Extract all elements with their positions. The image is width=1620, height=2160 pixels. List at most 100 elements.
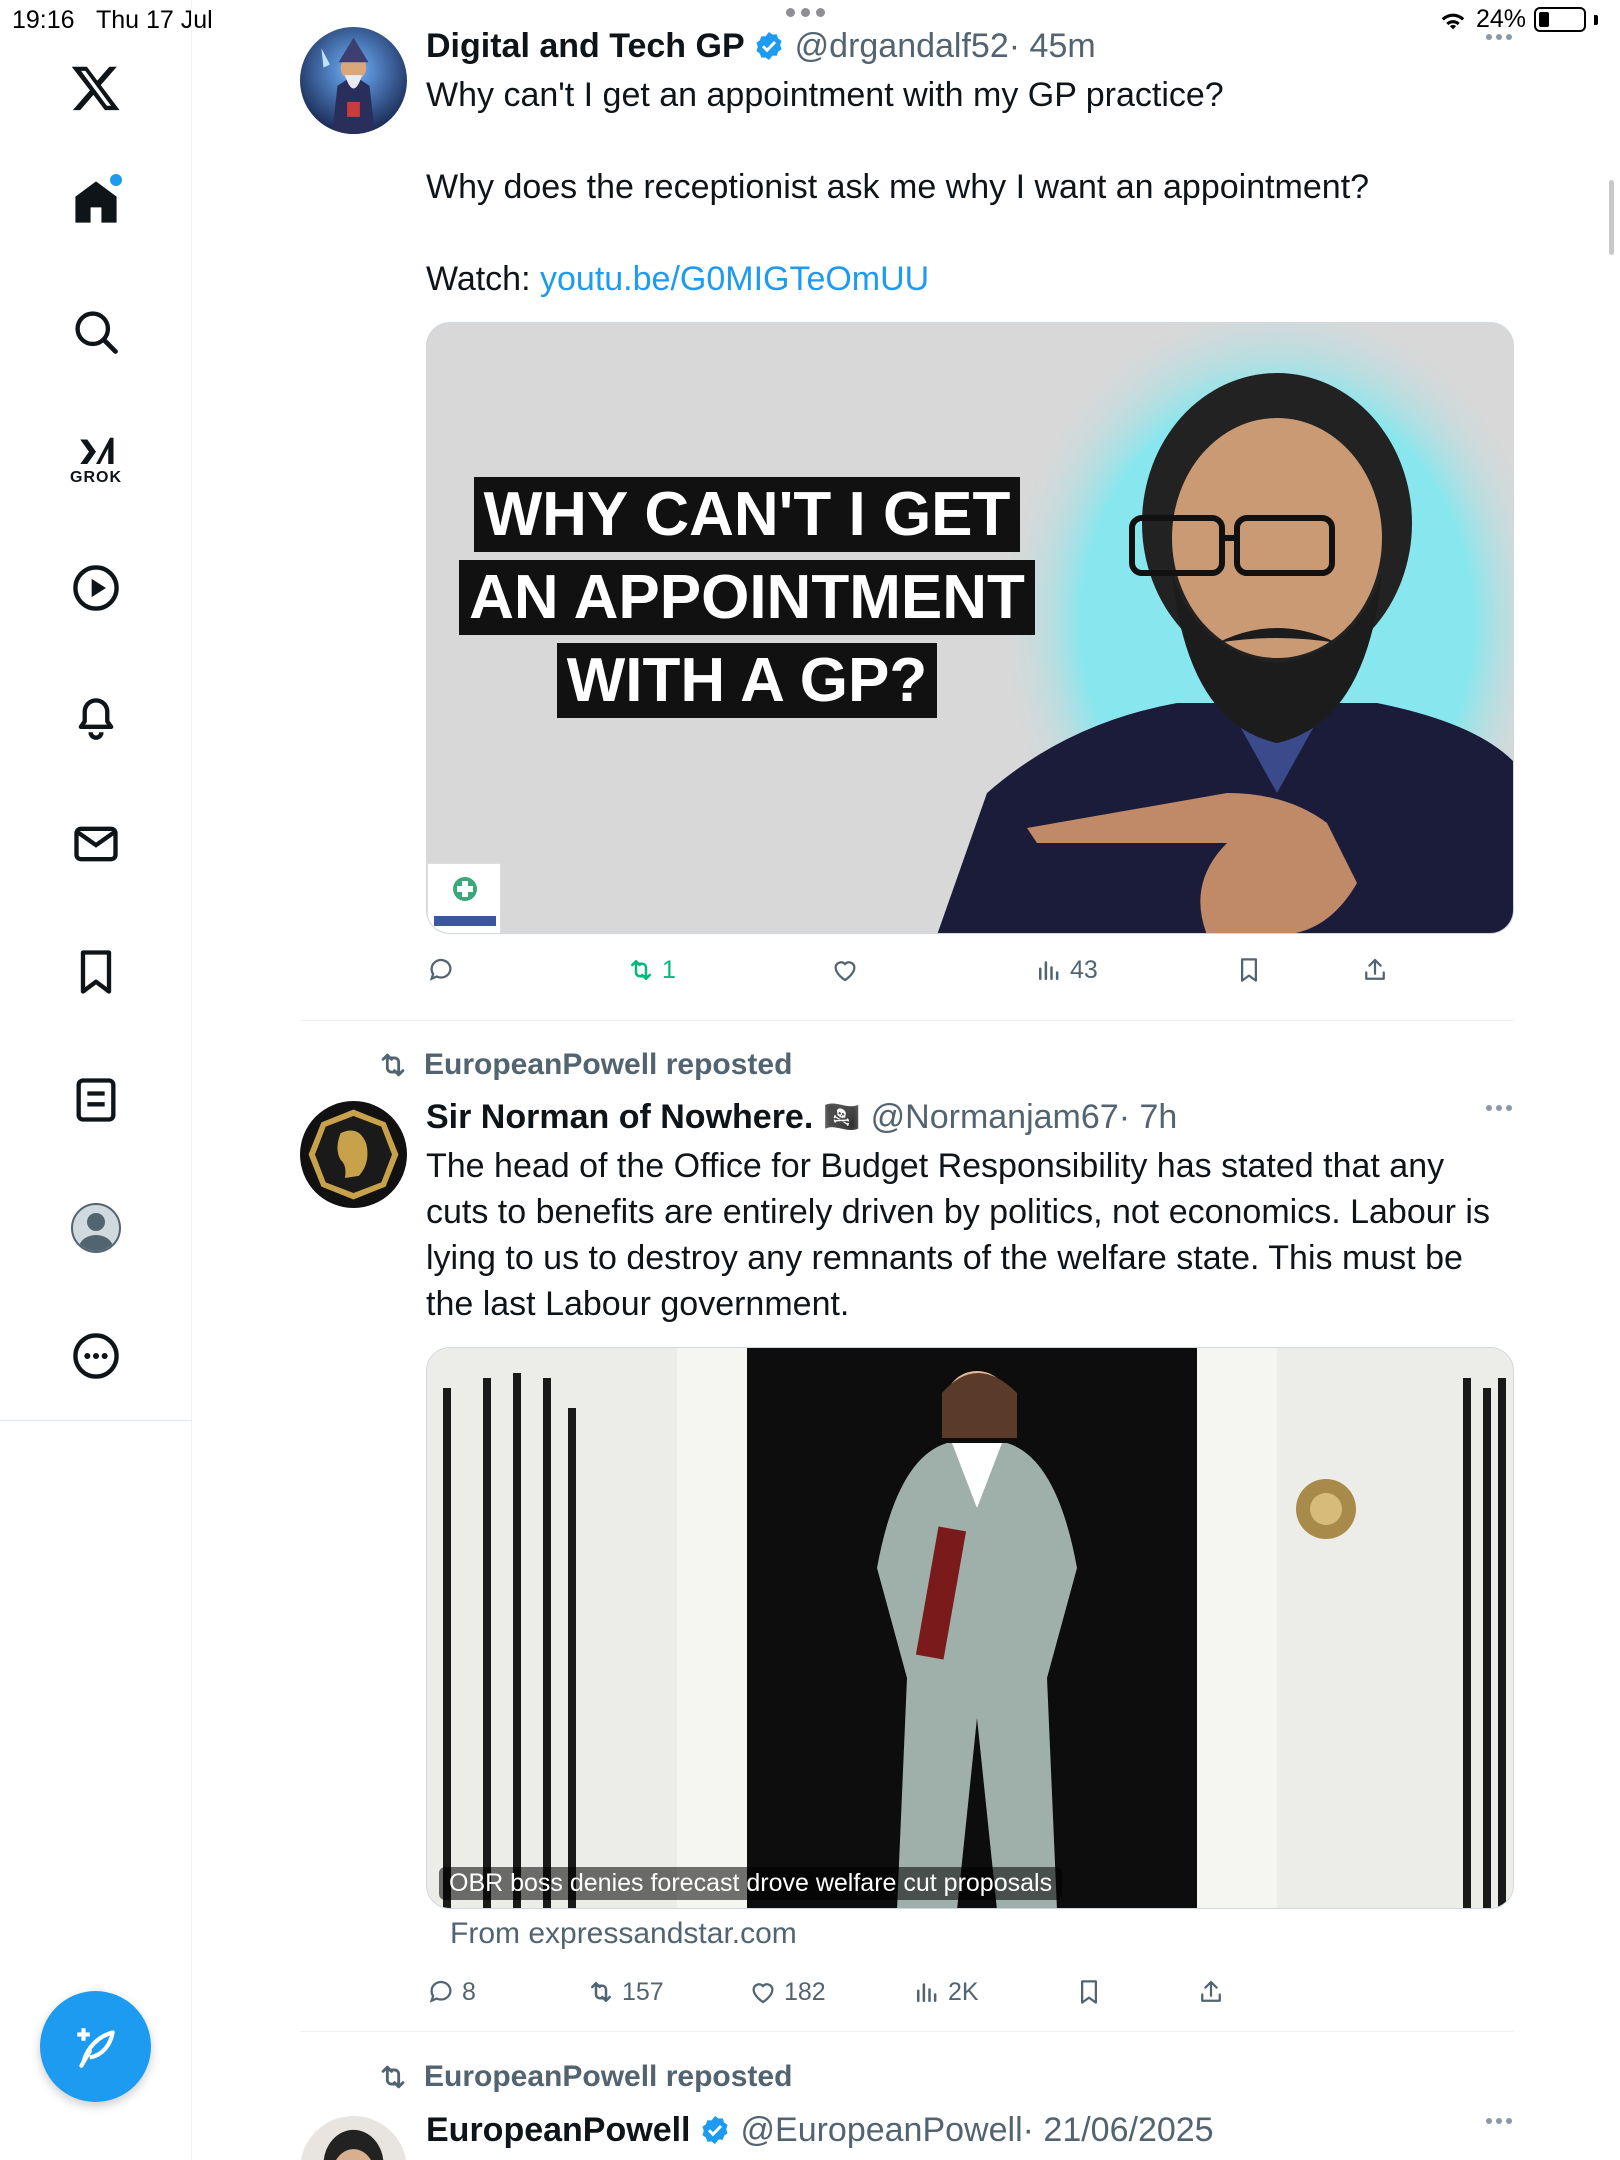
repost-icon [381, 2065, 405, 2089]
author-name[interactable]: Digital and Tech GP [426, 27, 745, 66]
nav-profile[interactable] [56, 1188, 136, 1268]
nav-more[interactable] [56, 1316, 136, 1396]
grok-icon [80, 437, 114, 464]
reply-count: 8 [462, 1977, 476, 2006]
share-button[interactable] [1196, 1972, 1226, 2012]
repost-indicator[interactable]: EuropeanPowell reposted [376, 2060, 792, 2094]
repost-count: 157 [622, 1977, 664, 2006]
views-button[interactable]: 2K [912, 1972, 979, 2012]
repost-count: 1 [662, 955, 676, 984]
share-icon [1365, 958, 1385, 980]
nav-explore[interactable] [56, 292, 136, 372]
nav-articles[interactable] [56, 1060, 136, 1140]
repost-indicator[interactable]: EuropeanPowell reposted [376, 1048, 792, 1082]
tweet-separator [300, 2031, 1514, 2032]
tweet-link[interactable]: youtu.be/G0MIGTeOmUU [540, 260, 929, 298]
sidebar-divider [0, 1420, 192, 1421]
like-count: 182 [784, 1977, 826, 2006]
profile-avatar [71, 1203, 121, 1253]
more-circle-icon [73, 1333, 119, 1379]
search-icon [75, 311, 118, 354]
nav-video[interactable] [56, 548, 136, 628]
repost-button[interactable]: 157 [586, 1972, 664, 2012]
verified-badge-icon [756, 32, 782, 60]
repost-label: EuropeanPowell reposted [424, 1048, 793, 1081]
reply-icon [429, 958, 452, 981]
tweet-time[interactable]: · 45m [1009, 27, 1096, 66]
author-name-emoji: 🏴‍☠️ [823, 1100, 861, 1134]
nav-messages[interactable] [56, 804, 136, 884]
tweet-more-icon[interactable] [1486, 1105, 1512, 1111]
mail-icon [74, 826, 118, 862]
like-button[interactable] [830, 950, 866, 990]
tweet-more-icon[interactable] [1486, 34, 1512, 40]
nav-grok[interactable]: GROK [56, 418, 136, 498]
like-button[interactable]: 182 [748, 1972, 826, 2012]
home-notification-dot [110, 174, 122, 186]
views-button[interactable]: 43 [1034, 950, 1098, 990]
bookmark-button[interactable] [1234, 950, 1264, 990]
thumbnail-title-line: AN APPOINTMENT [459, 560, 1035, 635]
tweet-text: The head of the Office for Budget Respon… [426, 1147, 1490, 1323]
scrollbar-thumb[interactable] [1609, 180, 1614, 255]
thumbnail-title-line: WITH A GP? [556, 643, 938, 718]
tweet[interactable]: Sir Norman of Nowhere. 🏴‍☠️ @Normanjam67… [300, 1095, 1514, 2015]
tweet-time[interactable]: · 21/06/2025 [1023, 2111, 1214, 2150]
link-card-title: OBR boss denies forecast drove welfare c… [439, 1867, 1063, 1900]
thumbnail-title-line: WHY CAN'T I GET [473, 477, 1021, 552]
link-card-source[interactable]: From expressandstar.com [450, 1917, 1514, 1951]
bookmark-button[interactable] [1074, 1972, 1104, 2012]
reply-button[interactable] [426, 950, 462, 990]
reply-icon [429, 1980, 452, 2003]
repost-icon [631, 960, 651, 980]
video-thumbnail[interactable]: WHY CAN'T I GET AN APPOINTMENT WITH A GP… [426, 322, 1514, 934]
analytics-icon [1039, 961, 1059, 980]
thumbnail-title: WHY CAN'T I GET AN APPOINTMENT WITH A GP… [447, 473, 1047, 722]
news-photo [427, 1348, 1513, 1908]
author-avatar[interactable] [300, 2116, 407, 2160]
tweet-actions: 1 43 [426, 950, 1514, 990]
bookmark-icon [1081, 1980, 1097, 2004]
heart-icon [834, 961, 856, 982]
share-button[interactable] [1360, 950, 1390, 990]
reply-button[interactable]: 8 [426, 1972, 476, 2012]
tweet-text-line: Why can't I get an appointment with my G… [426, 76, 1224, 114]
article-icon [76, 1078, 116, 1122]
tweet[interactable]: Digital and Tech GP @drgandalf52 · 45m W… [300, 24, 1514, 1004]
heart-icon [752, 1983, 774, 2004]
link-card-image[interactable]: OBR boss denies forecast drove welfare c… [426, 1347, 1514, 1909]
compose-post-button[interactable] [40, 1991, 151, 2102]
repost-label: EuropeanPowell reposted [424, 2060, 793, 2093]
bookmark-icon [1241, 958, 1257, 982]
bookmark-icon [80, 950, 112, 994]
author-name[interactable]: EuropeanPowell [426, 2111, 691, 2150]
x-logo-icon[interactable] [56, 48, 136, 128]
tweet[interactable]: EuropeanPowell @EuropeanPowell · 21/06/2… [300, 2108, 1514, 2160]
nav-home[interactable] [56, 162, 136, 242]
multitasking-dots-icon[interactable] [786, 8, 825, 17]
author-handle[interactable]: @Normanjam67 [871, 1098, 1119, 1137]
author-handle[interactable]: @drgandalf52 [795, 27, 1009, 66]
channel-logo [427, 863, 501, 933]
analytics-icon [917, 1983, 937, 2002]
repost-button[interactable]: 1 [626, 950, 676, 990]
tweet-time[interactable]: · 7h [1119, 1098, 1178, 1137]
author-handle[interactable]: @EuropeanPowell [741, 2111, 1023, 2150]
repost-icon [381, 1053, 405, 1077]
author-name[interactable]: Sir Norman of Nowhere. [426, 1098, 813, 1137]
view-count: 43 [1070, 955, 1098, 984]
author-avatar[interactable] [300, 1101, 407, 1208]
tweet-text-line: Watch: [426, 260, 540, 298]
tweet-text-line: Why does the receptionist ask me why I w… [426, 168, 1370, 206]
repost-icon [591, 1982, 611, 2002]
tweet-text: Why can't I get an appointment with my G… [426, 72, 1514, 302]
nav-bookmarks[interactable] [56, 932, 136, 1012]
battery-icon [1534, 7, 1586, 32]
tweet-header: Digital and Tech GP @drgandalf52 · 45m [426, 24, 1514, 68]
tweet-more-icon[interactable] [1486, 2118, 1512, 2124]
author-avatar[interactable] [300, 27, 407, 134]
view-count: 2K [948, 1977, 979, 2006]
sidebar: GROK [0, 0, 192, 2160]
nav-notifications[interactable] [56, 676, 136, 756]
verified-badge-icon [701, 2116, 728, 2144]
